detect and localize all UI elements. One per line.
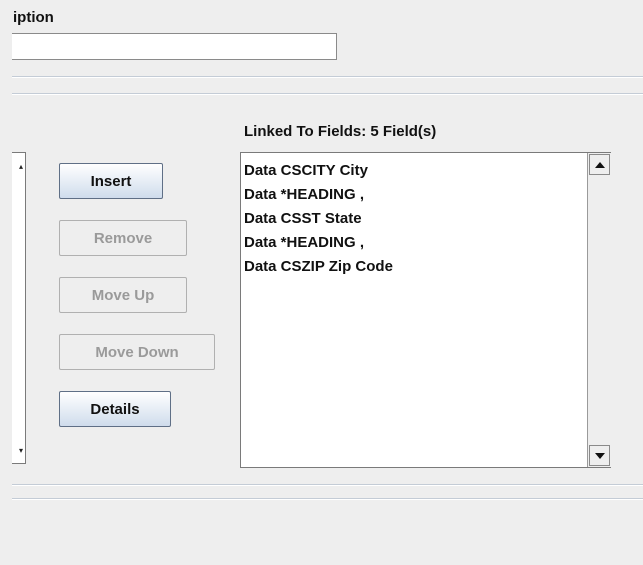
linked-fields-list[interactable]: Data CSCITY City Data *HEADING , Data CS… <box>240 152 611 468</box>
separator-top-2 <box>12 93 643 95</box>
scroll-up-icon[interactable]: ▴ <box>19 163 23 171</box>
move-down-button[interactable]: Move Down <box>59 334 215 370</box>
scroll-up-icon[interactable] <box>589 154 610 175</box>
remove-button[interactable]: Remove <box>59 220 187 256</box>
insert-button[interactable]: Insert <box>59 163 163 199</box>
list-item[interactable]: Data *HEADING , <box>244 231 393 255</box>
move-up-button[interactable]: Move Up <box>59 277 187 313</box>
list-item[interactable]: Data *HEADING , <box>244 183 393 207</box>
linked-fields-items: Data CSCITY City Data *HEADING , Data CS… <box>244 159 393 279</box>
vertical-scrollbar[interactable] <box>587 153 611 467</box>
details-button[interactable]: Details <box>59 391 171 427</box>
linked-fields-label: Linked To Fields: 5 Field(s) <box>244 123 437 140</box>
separator-bottom <box>12 484 643 486</box>
description-input[interactable] <box>12 33 337 60</box>
list-item[interactable]: Data CSST State <box>244 207 393 231</box>
scroll-down-icon[interactable]: ▾ <box>19 447 23 455</box>
list-item[interactable]: Data CSZIP Zip Code <box>244 255 393 279</box>
separator-top <box>12 76 643 78</box>
description-label: iption <box>13 9 54 26</box>
available-fields-list[interactable]: ▴ ▾ <box>12 152 26 464</box>
scroll-down-icon[interactable] <box>589 445 610 466</box>
separator-bottom-2 <box>12 498 643 500</box>
list-item[interactable]: Data CSCITY City <box>244 159 393 183</box>
